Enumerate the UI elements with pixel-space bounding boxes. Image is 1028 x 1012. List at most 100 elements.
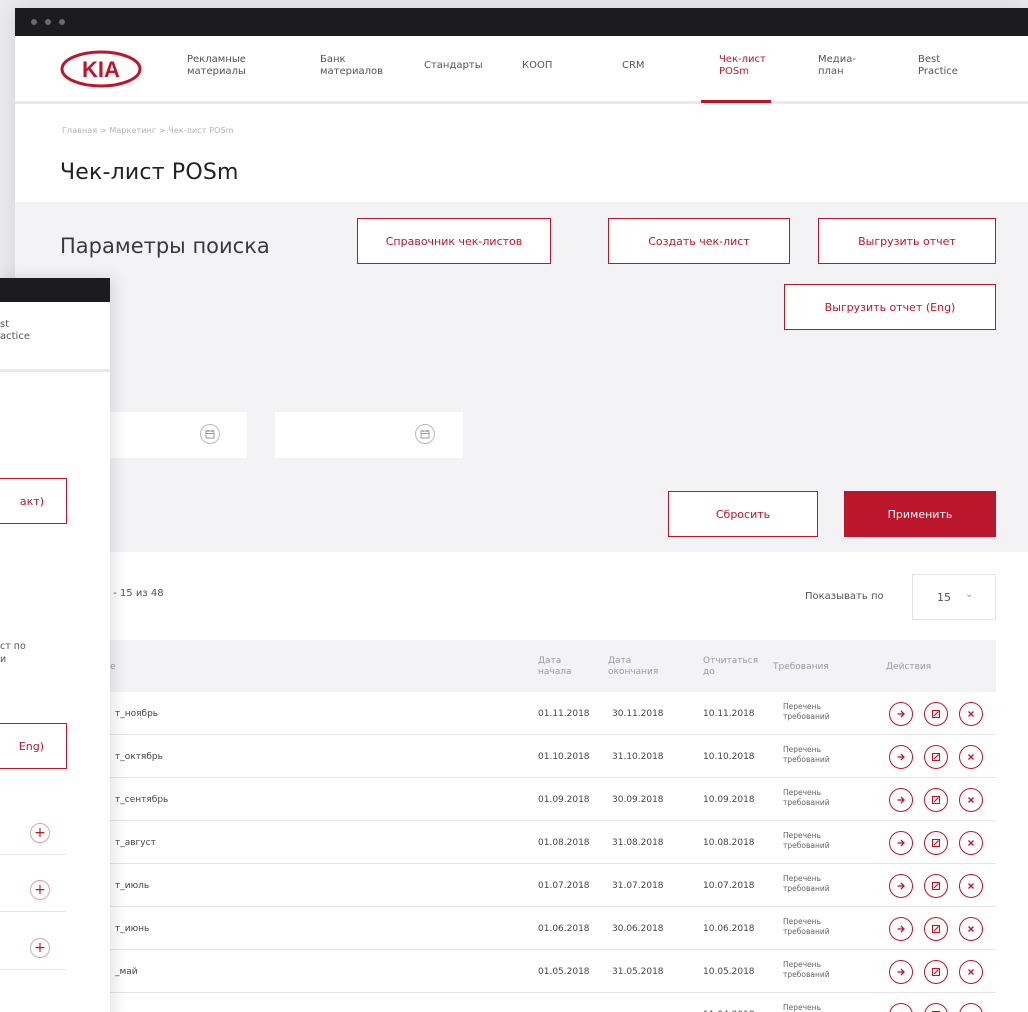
row-report-due: 10.05.2018 bbox=[703, 967, 755, 977]
breadcrumb[interactable]: Главная > Маркетинг > Чек-лист POSm bbox=[62, 126, 234, 135]
logo-text: KIA bbox=[82, 57, 120, 82]
nav-item-best-practice[interactable]: Best Practice bbox=[918, 54, 958, 78]
table-row[interactable]: т_июнь 01.06.2018 30.06.2018 10.06.2018 Пере… bbox=[15, 908, 996, 950]
row-end-date: 31.05.2018 bbox=[612, 967, 664, 977]
open-arrow-icon[interactable] bbox=[889, 831, 913, 855]
row-name[interactable]: т_ноябрь bbox=[115, 709, 158, 719]
overlay-button-1[interactable]: акт) bbox=[0, 478, 67, 524]
delete-icon[interactable] bbox=[959, 1003, 983, 1012]
header-report-due[interactable]: Отчитаться до bbox=[703, 656, 758, 678]
row-report-due: 10.06.2018 bbox=[703, 924, 755, 934]
calendar-icon[interactable] bbox=[415, 424, 435, 444]
open-arrow-icon[interactable] bbox=[889, 702, 913, 726]
nav-item-coop[interactable]: КООП bbox=[522, 60, 552, 72]
header-start-date[interactable]: Дата начала bbox=[538, 656, 572, 678]
search-panel-title: Параметры поиска bbox=[60, 234, 270, 258]
date-from-field[interactable] bbox=[105, 412, 247, 458]
delete-icon[interactable] bbox=[959, 745, 983, 769]
table-row[interactable]: т_сентябрь 01.09.2018 30.09.2018 10.09.2018… bbox=[15, 779, 996, 821]
row-name[interactable]: т_сентябрь bbox=[115, 795, 168, 805]
table-row[interactable]: _май 01.05.2018 31.05.2018 10.05.2018 Перече… bbox=[15, 951, 996, 993]
row-name[interactable]: т_август bbox=[115, 838, 156, 848]
edit-icon[interactable] bbox=[924, 917, 948, 941]
row-name[interactable]: _май bbox=[115, 967, 138, 977]
edit-icon[interactable] bbox=[924, 960, 948, 984]
table-row[interactable]: т_ноябрь 01.11.2018 30.11.2018 10.11.2018 Пе… bbox=[15, 693, 996, 735]
row-name[interactable]: т_июнь bbox=[115, 924, 149, 934]
open-arrow-icon[interactable] bbox=[889, 874, 913, 898]
requirements-link[interactable]: Перечень требований bbox=[783, 702, 830, 722]
apply-button[interactable]: Применить bbox=[844, 491, 996, 537]
edit-icon[interactable] bbox=[924, 1003, 948, 1012]
table-row[interactable]: т_июль 01.07.2018 31.07.2018 10.07.2018 Пере… bbox=[15, 865, 996, 907]
window-minimize-dot[interactable] bbox=[45, 19, 51, 25]
row-name[interactable]: т_июль bbox=[115, 881, 149, 891]
row-start-date: 01.06.2018 bbox=[538, 924, 590, 934]
search-panel: Параметры поиска Справочник чек-листов С… bbox=[15, 202, 1028, 552]
header-actions: Действия bbox=[886, 662, 932, 672]
window-maximize-dot[interactable] bbox=[59, 19, 65, 25]
row-end-date: 30.09.2018 bbox=[612, 795, 664, 805]
reset-button[interactable]: Сбросить bbox=[668, 491, 818, 537]
overlay-nav-item-best-practice[interactable]: st actice bbox=[0, 319, 30, 343]
row-end-date: 31.10.2018 bbox=[612, 752, 664, 762]
overlay-window: st actice акт) ст по и Eng) + + + bbox=[0, 278, 110, 1012]
delete-icon[interactable] bbox=[959, 831, 983, 855]
row-start-date: 01.09.2018 bbox=[538, 795, 590, 805]
requirements-link[interactable]: Перечень требований bbox=[783, 874, 830, 894]
date-to-field[interactable] bbox=[275, 412, 463, 458]
open-arrow-icon[interactable] bbox=[889, 917, 913, 941]
table-row[interactable]: т_октябрь 01.10.2018 31.10.2018 10.10.2018 П… bbox=[15, 736, 996, 778]
edit-icon[interactable] bbox=[924, 874, 948, 898]
nav-item-checklist[interactable]: Чек-лист POSm bbox=[719, 54, 766, 78]
export-report-button[interactable]: Выгрузить отчет bbox=[818, 218, 996, 264]
nav-item-ads[interactable]: Рекламные материалы bbox=[187, 54, 246, 78]
open-arrow-icon[interactable] bbox=[889, 960, 913, 984]
plus-icon[interactable]: + bbox=[30, 823, 50, 843]
open-arrow-icon[interactable] bbox=[889, 745, 913, 769]
table-row[interactable]: т_август 01.08.2018 31.08.2018 10.08.2018 Пе… bbox=[15, 822, 996, 864]
nav-item-standards[interactable]: Стандарты bbox=[424, 60, 483, 72]
table-row[interactable]: т_апрель11.04.2018Перечень требований bbox=[15, 994, 996, 1012]
top-navigation: KIA Рекламные материалы Банк материалов … bbox=[15, 36, 1028, 104]
nav-item-media-plan[interactable]: Медиа- план bbox=[818, 54, 856, 78]
table-header: е Дата начала Дата окончания Отчитаться … bbox=[15, 640, 996, 692]
header-name[interactable]: е bbox=[110, 662, 116, 673]
window-close-dot[interactable] bbox=[31, 19, 37, 25]
edit-icon[interactable] bbox=[924, 702, 948, 726]
nav-item-crm[interactable]: CRM bbox=[622, 60, 645, 72]
calendar-icon[interactable] bbox=[200, 424, 220, 444]
plus-icon[interactable]: + bbox=[30, 938, 50, 958]
kia-logo[interactable]: KIA bbox=[60, 50, 142, 88]
header-end-date[interactable]: Дата окончания bbox=[608, 656, 658, 678]
edit-icon[interactable] bbox=[924, 788, 948, 812]
row-report-due: 10.08.2018 bbox=[703, 838, 755, 848]
page-size-select[interactable]: 15 ⌄ bbox=[912, 574, 996, 620]
row-report-due: 10.10.2018 bbox=[703, 752, 755, 762]
nav-item-bank[interactable]: Банк материалов bbox=[320, 54, 383, 78]
requirements-link[interactable]: Перечень требований bbox=[783, 1003, 830, 1012]
delete-icon[interactable] bbox=[959, 917, 983, 941]
export-report-eng-button[interactable]: Выгрузить отчет (Eng) bbox=[784, 284, 996, 330]
delete-icon[interactable] bbox=[959, 960, 983, 984]
header-requirements: Требования bbox=[773, 662, 829, 672]
requirements-link[interactable]: Перечень требований bbox=[783, 831, 830, 851]
requirements-link[interactable]: Перечень требований bbox=[783, 917, 830, 937]
row-start-date: 01.11.2018 bbox=[538, 709, 590, 719]
edit-icon[interactable] bbox=[924, 831, 948, 855]
overlay-button-eng[interactable]: Eng) bbox=[0, 723, 67, 769]
edit-icon[interactable] bbox=[924, 745, 948, 769]
delete-icon[interactable] bbox=[959, 788, 983, 812]
delete-icon[interactable] bbox=[959, 874, 983, 898]
open-arrow-icon[interactable] bbox=[889, 788, 913, 812]
requirements-link[interactable]: Перечень требований bbox=[783, 745, 830, 765]
requirements-link[interactable]: Перечень требований bbox=[783, 788, 830, 808]
plus-icon[interactable]: + bbox=[30, 880, 50, 900]
create-checklist-button[interactable]: Создать чек-лист bbox=[608, 218, 790, 264]
row-report-due: 10.11.2018 bbox=[703, 709, 755, 719]
requirements-link[interactable]: Перечень требований bbox=[783, 960, 830, 980]
row-name[interactable]: т_октябрь bbox=[115, 752, 163, 762]
checklist-directory-button[interactable]: Справочник чек-листов bbox=[357, 218, 551, 264]
open-arrow-icon[interactable] bbox=[889, 1003, 913, 1012]
delete-icon[interactable] bbox=[959, 702, 983, 726]
